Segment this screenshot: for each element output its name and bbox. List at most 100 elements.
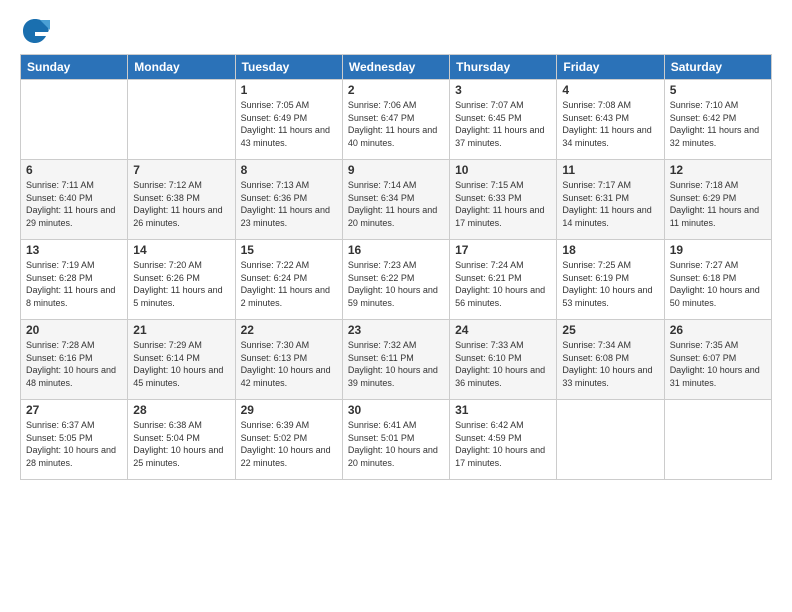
weekday-header-tuesday: Tuesday [235, 55, 342, 80]
day-number: 2 [348, 83, 444, 97]
day-info: Sunrise: 7:06 AM Sunset: 6:47 PM Dayligh… [348, 99, 444, 149]
calendar-day-cell: 30 Sunrise: 6:41 AM Sunset: 5:01 PM Dayli… [342, 400, 449, 480]
day-number: 12 [670, 163, 766, 177]
day-number: 28 [133, 403, 229, 417]
calendar-week-row: 20 Sunrise: 7:28 AM Sunset: 6:16 PM Dayli… [21, 320, 772, 400]
day-info: Sunrise: 7:33 AM Sunset: 6:10 PM Dayligh… [455, 339, 551, 389]
calendar-day-cell: 19Sunrise: 7:27 AM Sunset: 6:18 PM Dayli… [664, 240, 771, 320]
calendar-day-cell [21, 80, 128, 160]
day-number: 16 [348, 243, 444, 257]
calendar-day-cell: 25 Sunrise: 7:34 AM Sunset: 6:08 PM Dayli… [557, 320, 664, 400]
weekday-header-monday: Monday [128, 55, 235, 80]
weekday-header-friday: Friday [557, 55, 664, 80]
calendar-day-cell: 12 Sunrise: 7:18 AM Sunset: 6:29 PM Dayli… [664, 160, 771, 240]
day-info: Sunrise: 7:18 AM Sunset: 6:29 PM Dayligh… [670, 179, 766, 229]
calendar-day-cell: 17 Sunrise: 7:24 AM Sunset: 6:21 PM Dayli… [450, 240, 557, 320]
day-info: Sunrise: 7:17 AM Sunset: 6:31 PM Dayligh… [562, 179, 658, 229]
calendar-table: SundayMondayTuesdayWednesdayThursdayFrid… [20, 54, 772, 480]
day-number: 23 [348, 323, 444, 337]
day-info: Sunrise: 7:23 AM Sunset: 6:22 PM Dayligh… [348, 259, 444, 309]
day-info: Sunrise: 7:13 AM Sunset: 6:36 PM Dayligh… [241, 179, 337, 229]
day-info: Sunrise: 7:14 AM Sunset: 6:34 PM Dayligh… [348, 179, 444, 229]
day-number: 22 [241, 323, 337, 337]
calendar-week-row: 13 Sunrise: 7:19 AM Sunset: 6:28 PM Dayli… [21, 240, 772, 320]
day-number: 19 [670, 243, 766, 257]
weekday-header-thursday: Thursday [450, 55, 557, 80]
calendar-day-cell: 18 Sunrise: 7:25 AM Sunset: 6:19 PM Dayli… [557, 240, 664, 320]
calendar-day-cell: 11 Sunrise: 7:17 AM Sunset: 6:31 PM Dayli… [557, 160, 664, 240]
weekday-header-row: SundayMondayTuesdayWednesdayThursdayFrid… [21, 55, 772, 80]
calendar-day-cell [128, 80, 235, 160]
day-number: 6 [26, 163, 122, 177]
calendar-day-cell: 13 Sunrise: 7:19 AM Sunset: 6:28 PM Dayli… [21, 240, 128, 320]
calendar-day-cell: 26 Sunrise: 7:35 AM Sunset: 6:07 PM Dayli… [664, 320, 771, 400]
day-info: Sunrise: 7:22 AM Sunset: 6:24 PM Dayligh… [241, 259, 337, 309]
day-number: 27 [26, 403, 122, 417]
calendar-day-cell: 9 Sunrise: 7:14 AM Sunset: 6:34 PM Daylig… [342, 160, 449, 240]
day-number: 5 [670, 83, 766, 97]
calendar-day-cell: 14 Sunrise: 7:20 AM Sunset: 6:26 PM Dayli… [128, 240, 235, 320]
day-info: Sunrise: 7:35 AM Sunset: 6:07 PM Dayligh… [670, 339, 766, 389]
calendar-day-cell: 29 Sunrise: 6:39 AM Sunset: 5:02 PM Dayli… [235, 400, 342, 480]
day-number: 11 [562, 163, 658, 177]
day-number: 17 [455, 243, 551, 257]
calendar-day-cell: 20 Sunrise: 7:28 AM Sunset: 6:16 PM Dayli… [21, 320, 128, 400]
logo [20, 16, 54, 46]
weekday-header-saturday: Saturday [664, 55, 771, 80]
day-info: Sunrise: 7:19 AM Sunset: 6:28 PM Dayligh… [26, 259, 122, 309]
calendar-day-cell: 21Sunrise: 7:29 AM Sunset: 6:14 PM Dayli… [128, 320, 235, 400]
calendar-day-cell [664, 400, 771, 480]
calendar-day-cell: 31Sunrise: 6:42 AM Sunset: 4:59 PM Dayli… [450, 400, 557, 480]
calendar-day-cell: 28Sunrise: 6:38 AM Sunset: 5:04 PM Dayli… [128, 400, 235, 480]
day-info: Sunrise: 7:10 AM Sunset: 6:42 PM Dayligh… [670, 99, 766, 149]
day-number: 10 [455, 163, 551, 177]
day-info: Sunrise: 7:28 AM Sunset: 6:16 PM Dayligh… [26, 339, 122, 389]
calendar-day-cell: 5 Sunrise: 7:10 AM Sunset: 6:42 PM Daylig… [664, 80, 771, 160]
calendar-day-cell: 2 Sunrise: 7:06 AM Sunset: 6:47 PM Daylig… [342, 80, 449, 160]
day-info: Sunrise: 7:24 AM Sunset: 6:21 PM Dayligh… [455, 259, 551, 309]
calendar-day-cell: 15Sunrise: 7:22 AM Sunset: 6:24 PM Dayli… [235, 240, 342, 320]
day-number: 21 [133, 323, 229, 337]
day-info: Sunrise: 6:39 AM Sunset: 5:02 PM Dayligh… [241, 419, 337, 469]
day-number: 9 [348, 163, 444, 177]
day-info: Sunrise: 7:32 AM Sunset: 6:11 PM Dayligh… [348, 339, 444, 389]
calendar-week-row: 27Sunrise: 6:37 AM Sunset: 5:05 PM Dayli… [21, 400, 772, 480]
calendar-day-cell: 3 Sunrise: 7:07 AM Sunset: 6:45 PM Daylig… [450, 80, 557, 160]
calendar-day-cell: 6Sunrise: 7:11 AM Sunset: 6:40 PM Daylig… [21, 160, 128, 240]
calendar-day-cell [557, 400, 664, 480]
calendar-day-cell: 16 Sunrise: 7:23 AM Sunset: 6:22 PM Dayli… [342, 240, 449, 320]
calendar-day-cell: 22 Sunrise: 7:30 AM Sunset: 6:13 PM Dayli… [235, 320, 342, 400]
day-number: 14 [133, 243, 229, 257]
calendar-week-row: 1Sunrise: 7:05 AM Sunset: 6:49 PM Daylig… [21, 80, 772, 160]
day-number: 7 [133, 163, 229, 177]
day-number: 26 [670, 323, 766, 337]
day-number: 30 [348, 403, 444, 417]
day-number: 31 [455, 403, 551, 417]
day-number: 20 [26, 323, 122, 337]
day-info: Sunrise: 7:15 AM Sunset: 6:33 PM Dayligh… [455, 179, 551, 229]
weekday-header-wednesday: Wednesday [342, 55, 449, 80]
day-number: 3 [455, 83, 551, 97]
calendar-day-cell: 7 Sunrise: 7:12 AM Sunset: 6:38 PM Daylig… [128, 160, 235, 240]
calendar-week-row: 6Sunrise: 7:11 AM Sunset: 6:40 PM Daylig… [21, 160, 772, 240]
day-info: Sunrise: 7:25 AM Sunset: 6:19 PM Dayligh… [562, 259, 658, 309]
day-info: Sunrise: 7:34 AM Sunset: 6:08 PM Dayligh… [562, 339, 658, 389]
calendar-day-cell: 1Sunrise: 7:05 AM Sunset: 6:49 PM Daylig… [235, 80, 342, 160]
day-info: Sunrise: 6:41 AM Sunset: 5:01 PM Dayligh… [348, 419, 444, 469]
day-number: 18 [562, 243, 658, 257]
day-info: Sunrise: 7:30 AM Sunset: 6:13 PM Dayligh… [241, 339, 337, 389]
day-info: Sunrise: 7:05 AM Sunset: 6:49 PM Dayligh… [241, 99, 337, 149]
day-number: 13 [26, 243, 122, 257]
weekday-header-sunday: Sunday [21, 55, 128, 80]
page-container: SundayMondayTuesdayWednesdayThursdayFrid… [0, 0, 792, 612]
day-info: Sunrise: 7:07 AM Sunset: 6:45 PM Dayligh… [455, 99, 551, 149]
calendar-day-cell: 4Sunrise: 7:08 AM Sunset: 6:43 PM Daylig… [557, 80, 664, 160]
calendar-day-cell: 8Sunrise: 7:13 AM Sunset: 6:36 PM Daylig… [235, 160, 342, 240]
day-number: 29 [241, 403, 337, 417]
header [20, 16, 772, 46]
calendar-day-cell: 10 Sunrise: 7:15 AM Sunset: 6:33 PM Dayli… [450, 160, 557, 240]
day-number: 25 [562, 323, 658, 337]
day-info: Sunrise: 7:20 AM Sunset: 6:26 PM Dayligh… [133, 259, 229, 309]
logo-icon [20, 16, 50, 46]
day-info: Sunrise: 7:12 AM Sunset: 6:38 PM Dayligh… [133, 179, 229, 229]
